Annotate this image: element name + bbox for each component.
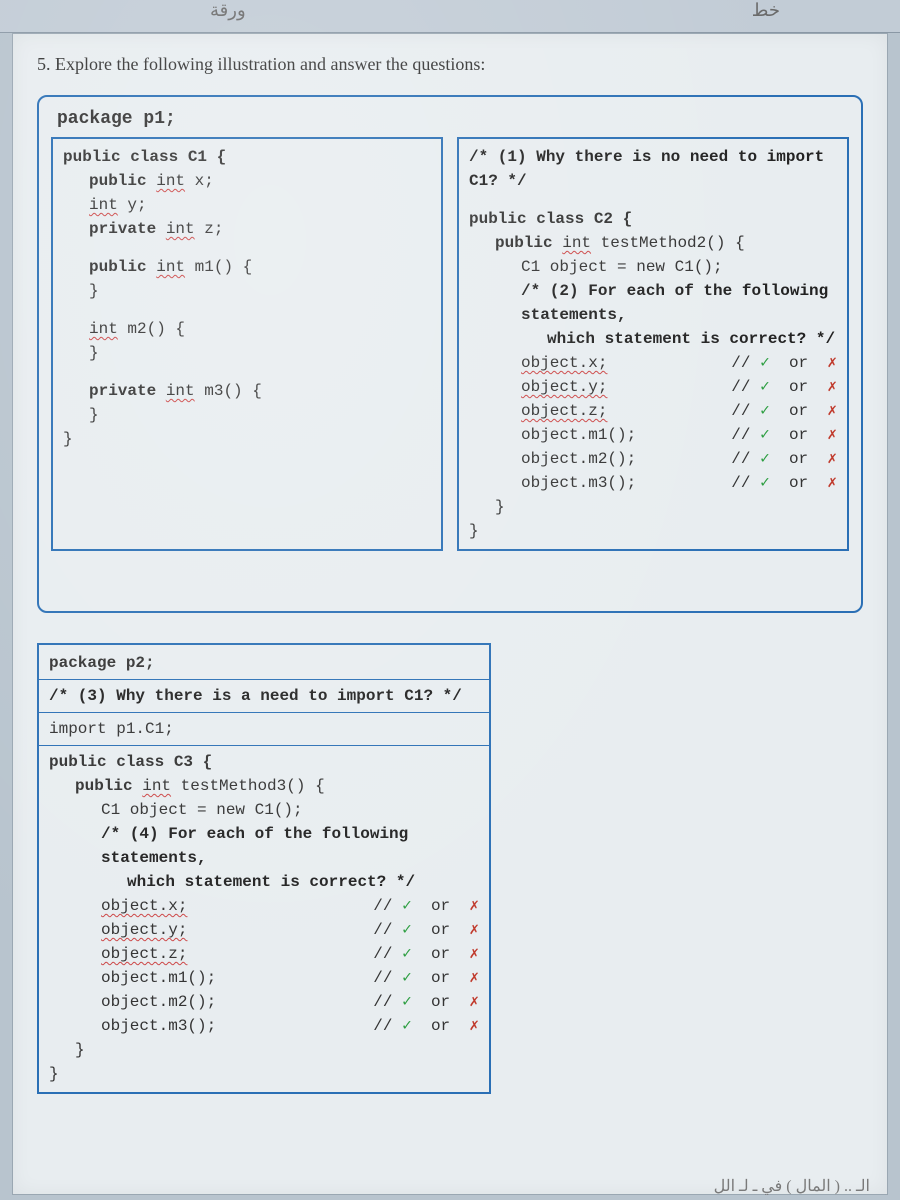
stmt-row: object.m2(); // ✓ or ✗ xyxy=(469,447,837,471)
question-title: 5. Explore the following illustration an… xyxy=(37,54,863,75)
answer-choice[interactable]: // ✓ or ✗ xyxy=(373,966,479,990)
stmt-row: object.y; // ✓ or ✗ xyxy=(469,375,837,399)
document-page: 5. Explore the following illustration an… xyxy=(12,33,888,1195)
stmt-row: object.x; // ✓ or ✗ xyxy=(49,894,479,918)
c3-close: } xyxy=(49,1038,479,1062)
c3-line: public class C3 { xyxy=(49,750,479,774)
c2-close: } xyxy=(469,495,837,519)
bottom-scribble: ‫الـ .. ( المال ) في ـ لـ الل‬ xyxy=(714,1176,870,1196)
c2-line: public class C2 { xyxy=(469,207,837,231)
stmt-row: object.z; // ✓ or ✗ xyxy=(469,399,837,423)
c1-line: } xyxy=(63,341,431,365)
package-line-p2: package p2; xyxy=(49,651,479,675)
stmt-row: object.m3(); // ✓ or ✗ xyxy=(49,1014,479,1038)
c1-line: private int z; xyxy=(63,217,431,241)
answer-choice[interactable]: // ✓ or ✗ xyxy=(731,351,837,375)
frame-package-p1: package p1; public class C1 { public int… xyxy=(37,95,863,613)
question-4b: which statement is correct? */ xyxy=(49,870,479,894)
window-header: ورقة خط xyxy=(0,0,900,33)
answer-choice[interactable]: // ✓ or ✗ xyxy=(373,990,479,1014)
c3-line: C1 object = new C1(); xyxy=(49,798,479,822)
stmt-row: object.z; // ✓ or ✗ xyxy=(49,942,479,966)
import-line: import p1.C1; xyxy=(49,717,479,741)
c3-close: } xyxy=(49,1062,479,1086)
answer-choice[interactable]: // ✓ or ✗ xyxy=(373,918,479,942)
header-script-left: ورقة xyxy=(210,0,246,21)
c1-line: int y; xyxy=(63,193,431,217)
c1-line: } xyxy=(63,427,431,451)
c1-line: public class C1 { xyxy=(63,145,431,169)
answer-choice[interactable]: // ✓ or ✗ xyxy=(373,894,479,918)
c3-line: public int testMethod3() { xyxy=(49,774,479,798)
stmt-row: object.m3(); // ✓ or ✗ xyxy=(469,471,837,495)
question-2a: /* (2) For each of the following stateme… xyxy=(469,279,837,327)
c2-close: } xyxy=(469,519,837,543)
c1-line: public int m1() { xyxy=(63,255,431,279)
answer-choice[interactable]: // ✓ or ✗ xyxy=(731,447,837,471)
code-box-c3: package p2; /* (3) Why there is a need t… xyxy=(37,643,491,1094)
answer-choice[interactable]: // ✓ or ✗ xyxy=(731,423,837,447)
c2-line: public int testMethod2() { xyxy=(469,231,837,255)
c2-line: C1 object = new C1(); xyxy=(469,255,837,279)
stmt-row: object.m2(); // ✓ or ✗ xyxy=(49,990,479,1014)
stmt-row: object.y; // ✓ or ✗ xyxy=(49,918,479,942)
stmt-row: object.x; // ✓ or ✗ xyxy=(469,351,837,375)
question-1: /* (1) Why there is no need to import C1… xyxy=(469,145,837,193)
answer-choice[interactable]: // ✓ or ✗ xyxy=(373,942,479,966)
c1-line: } xyxy=(63,403,431,427)
stmt-row: object.m1(); // ✓ or ✗ xyxy=(49,966,479,990)
question-2b: which statement is correct? */ xyxy=(469,327,837,351)
header-script-right: خط xyxy=(752,0,780,21)
code-box-c2: /* (1) Why there is no need to import C1… xyxy=(457,137,849,551)
answer-choice[interactable]: // ✓ or ✗ xyxy=(731,471,837,495)
question-4a: /* (4) For each of the following stateme… xyxy=(49,822,479,870)
c1-line: int m2() { xyxy=(63,317,431,341)
c1-line: private int m3() { xyxy=(63,379,431,403)
stmt-row: object.m1(); // ✓ or ✗ xyxy=(469,423,837,447)
package-line-p1: package p1; xyxy=(57,109,849,129)
answer-choice[interactable]: // ✓ or ✗ xyxy=(731,399,837,423)
code-box-c1: public class C1 { public int x; int y; p… xyxy=(51,137,443,551)
answer-choice[interactable]: // ✓ or ✗ xyxy=(373,1014,479,1038)
c1-line: public int x; xyxy=(63,169,431,193)
question-3: /* (3) Why there is a need to import C1?… xyxy=(49,684,479,708)
answer-choice[interactable]: // ✓ or ✗ xyxy=(731,375,837,399)
c1-line: } xyxy=(63,279,431,303)
